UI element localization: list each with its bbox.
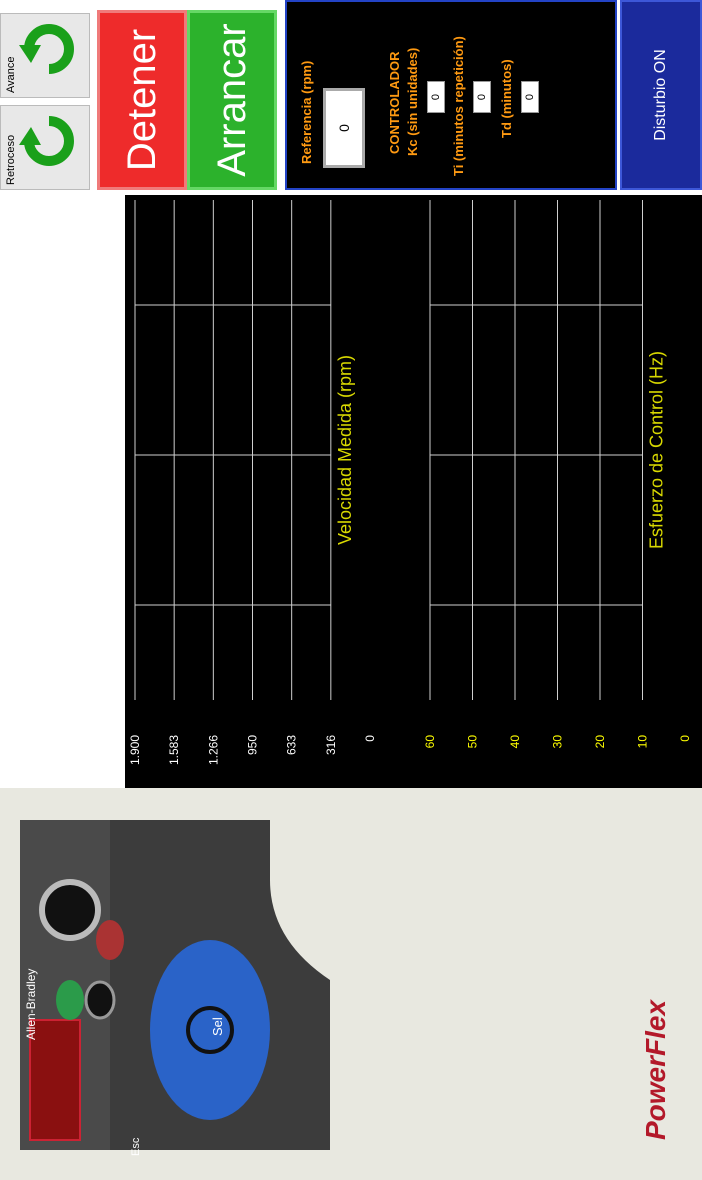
ti-label: Ti (minutos repetición) (451, 36, 466, 176)
td-input[interactable]: 0 (521, 81, 539, 113)
drive-illustration (0, 788, 702, 1180)
td-label: Td (minutos) (499, 59, 514, 138)
back-label: Retroceso (5, 134, 17, 185)
rotated-canvas: g Retroceso Avance Detener Arrancar Refe… (0, 0, 702, 1180)
speed-tick-label: 950 (246, 735, 260, 755)
plots-svg: 1.900 1.583 1.266 950 633 316 0 Velocidad Medid… (128, 200, 692, 765)
ref-label: Referencia (rpm) (299, 60, 314, 164)
effort-plot: 60 50 40 30 20 10 0 Esfuerzo de Control (Hz) (423, 200, 692, 748)
forward-arrow-icon (19, 24, 74, 74)
esc-key-label: Esc (130, 1137, 142, 1156)
ref-input[interactable]: 0 (323, 88, 365, 168)
speed-tick-label: 316 (324, 735, 338, 755)
stop-button[interactable]: Detener (97, 10, 187, 190)
speed-tick-label: 1.266 (206, 735, 220, 765)
speed-tick-label: 633 (285, 735, 299, 755)
speed-tick-label: 1.583 (167, 735, 181, 765)
effort-tick-label: 40 (508, 735, 522, 749)
controller-params-panel: Referencia (rpm) 0 CONTROLADOR Kc (sin u… (285, 0, 617, 190)
speed-tick-label: 0 (363, 735, 377, 742)
back-button[interactable]: Retroceso (0, 105, 90, 190)
disturbance-button[interactable]: Disturbio ON (620, 0, 702, 190)
speed-axis-label: Velocidad Medida (rpm) (335, 355, 355, 545)
speed-tick-label: 1.900 (128, 735, 142, 765)
effort-axis-label: Esfuerzo de Control (Hz) (647, 351, 667, 549)
controller-label: CONTROLADOR (387, 51, 402, 154)
back-arrow-icon (19, 116, 74, 166)
forward-button[interactable]: Avance (0, 13, 90, 98)
effort-tick-label: 0 (678, 735, 692, 742)
drive-keypad-panel: Esc Sel Allen-Bradley PowerFlex (0, 788, 702, 1180)
brand-logo: PowerFlex (640, 999, 671, 1140)
plots-area: 1.900 1.583 1.266 950 633 316 0 Velocidad Medid… (125, 195, 702, 795)
effort-tick-label: 50 (466, 735, 480, 749)
kc-label: Kc (sin unidades) (405, 47, 420, 156)
effort-tick-label: 10 (636, 735, 650, 749)
screen: g Retroceso Avance Detener Arrancar Refe… (0, 0, 702, 1180)
effort-tick-label: 20 (593, 735, 607, 749)
drive-maker: Allen-Bradley (24, 968, 38, 1040)
speed-plot: 1.900 1.583 1.266 950 633 316 0 Velocidad Medid… (128, 200, 377, 765)
start-button[interactable]: Arrancar (187, 10, 277, 190)
ti-input[interactable]: 0 (473, 81, 491, 113)
effort-tick-label: 30 (551, 735, 565, 749)
forward-label: Avance (5, 56, 17, 94)
sel-key-label: Sel (210, 1017, 225, 1036)
effort-tick-label: 60 (423, 735, 437, 749)
kc-input[interactable]: 0 (427, 81, 445, 113)
